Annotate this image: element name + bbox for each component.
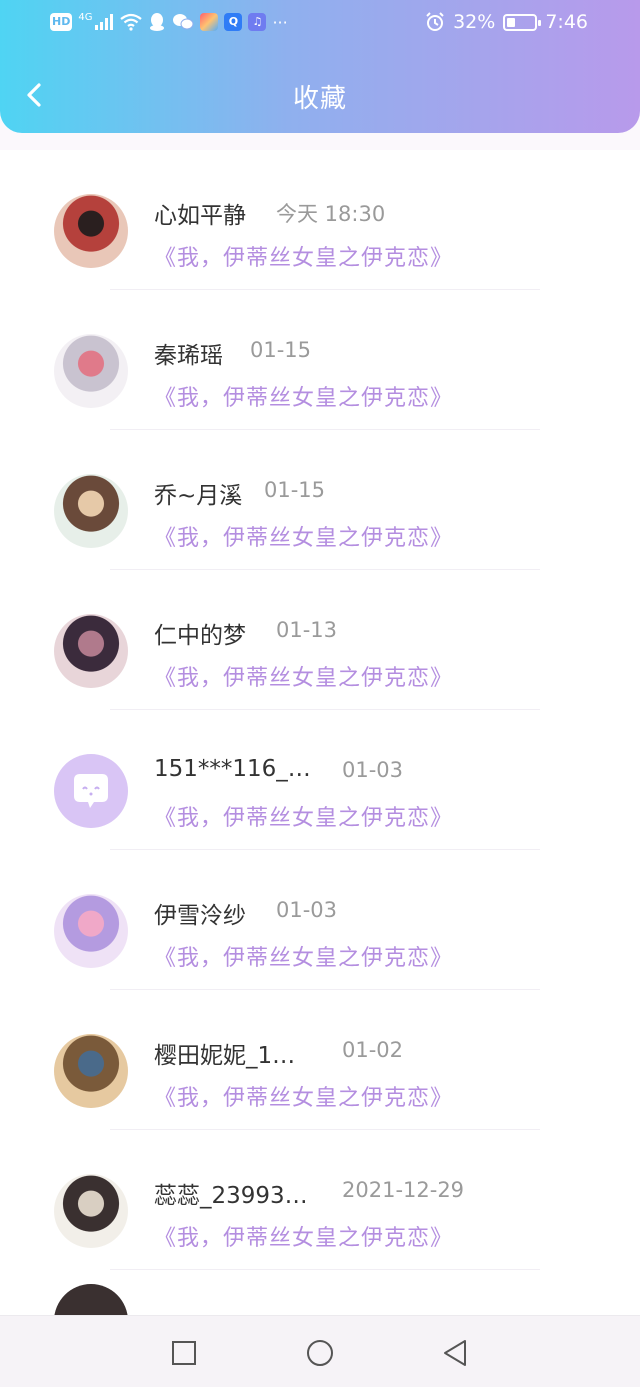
battery-fill — [507, 17, 516, 27]
list-item[interactable]: 蕊蕊_23993… 2021-12-29 《我，伊蒂丝女皇之伊克恋》 — [0, 1130, 640, 1270]
home-button[interactable] — [305, 1338, 335, 1368]
home-icon — [307, 1340, 333, 1366]
status-bar: HD 4G Q ♫ ··· 32% 7:46 — [0, 0, 640, 48]
battery-icon — [503, 13, 542, 31]
signal-icon — [95, 14, 114, 30]
music-app-icon: ♫ — [248, 13, 267, 31]
user-name: 樱田妮妮_1… — [154, 1043, 296, 1069]
favorites-list: 心如平静 今天 18:30 《我，伊蒂丝女皇之伊克恋》 秦琋瑶 01-15 《我，伊蒂丝女… — [0, 150, 640, 1315]
divider — [110, 1269, 540, 1270]
list-item[interactable]: 伊雪泠纱 01-03 《我，伊蒂丝女皇之伊克恋》 — [0, 850, 640, 990]
qq-icon — [150, 13, 165, 31]
timestamp: 01-15 — [250, 338, 312, 362]
timestamp: 01-13 — [276, 618, 338, 642]
header-bar: HD 4G Q ♫ ··· 32% 7:46 收藏 — [0, 0, 640, 133]
book-title-link[interactable]: 《我，伊蒂丝女皇之伊克恋》 — [154, 1080, 453, 1112]
user-name: 心如平静 — [154, 203, 246, 229]
list-item[interactable]: 秦琋瑶 01-15 《我，伊蒂丝女皇之伊克恋》 — [0, 290, 640, 430]
recent-apps-button[interactable] — [170, 1338, 200, 1368]
system-nav-bar — [0, 1315, 640, 1387]
list-item[interactable]: 乔~月溪 01-15 《我，伊蒂丝女皇之伊克恋》 — [0, 430, 640, 570]
timestamp: 01-02 — [342, 1038, 404, 1062]
wifi-icon — [120, 13, 143, 31]
page-title: 收藏 — [292, 84, 347, 114]
battery-percent: 32% — [453, 11, 496, 33]
user-name: 151***116_… — [154, 756, 311, 782]
list-item[interactable]: 樱田妮妮_1… 01-02 《我，伊蒂丝女皇之伊克恋》 — [0, 990, 640, 1130]
recent-apps-icon — [172, 1341, 196, 1365]
list-item[interactable]: 仁中的梦 01-13 《我，伊蒂丝女皇之伊克恋》 — [0, 570, 640, 710]
search-app-icon: Q — [224, 13, 243, 31]
hd-icon: HD — [50, 13, 73, 31]
anime-avatar[interactable] — [54, 334, 128, 408]
timestamp: 01-03 — [342, 758, 404, 782]
book-title-link[interactable]: 《我，伊蒂丝女皇之伊克恋》 — [154, 380, 453, 412]
nav-back-button[interactable] — [440, 1338, 470, 1368]
app-icon — [200, 13, 219, 31]
book-title-link[interactable]: 《我，伊蒂丝女皇之伊克恋》 — [154, 520, 453, 552]
book-title-link[interactable]: 《我，伊蒂丝女皇之伊克恋》 — [154, 660, 453, 692]
timestamp: 今天 18:30 — [276, 202, 386, 226]
user-name: 伊雪泠纱 — [154, 903, 246, 929]
timestamp: 01-15 — [264, 478, 326, 502]
back-icon — [444, 1340, 466, 1366]
list-item[interactable]: 151***116_… 01-03 《我，伊蒂丝女皇之伊克恋》 — [0, 710, 640, 850]
anime-avatar[interactable] — [54, 1174, 128, 1248]
anime-avatar[interactable] — [54, 474, 128, 548]
timestamp: 01-03 — [276, 898, 338, 922]
default-chat-avatar[interactable] — [54, 754, 128, 828]
photo-avatar[interactable] — [54, 194, 128, 268]
user-name: 秦琋瑶 — [154, 343, 223, 369]
user-name: 乔~月溪 — [154, 483, 243, 509]
book-title-link[interactable]: 《我，伊蒂丝女皇之伊克恋》 — [154, 240, 453, 272]
alarm-icon — [426, 12, 444, 31]
book-title-link[interactable]: 《我，伊蒂丝女皇之伊克恋》 — [154, 940, 453, 972]
clock: 7:46 — [545, 11, 588, 33]
anime-avatar[interactable] — [54, 614, 128, 688]
user-name: 蕊蕊_23993… — [154, 1183, 308, 1209]
book-title-link[interactable]: 《我，伊蒂丝女皇之伊克恋》 — [154, 800, 453, 832]
anime-avatar[interactable] — [54, 1034, 128, 1108]
network-label: 4G — [78, 12, 93, 23]
anime-avatar[interactable] — [54, 894, 128, 968]
more-notifications-icon: ··· — [272, 12, 288, 32]
user-name: 仁中的梦 — [154, 623, 246, 649]
list-item[interactable]: 心如平静 今天 18:30 《我，伊蒂丝女皇之伊克恋》 — [0, 150, 640, 290]
wechat-icon — [173, 14, 194, 30]
timestamp: 2021-12-29 — [342, 1178, 465, 1202]
book-title-link[interactable]: 《我，伊蒂丝女皇之伊克恋》 — [154, 1220, 453, 1252]
anime-avatar[interactable] — [54, 1284, 128, 1315]
